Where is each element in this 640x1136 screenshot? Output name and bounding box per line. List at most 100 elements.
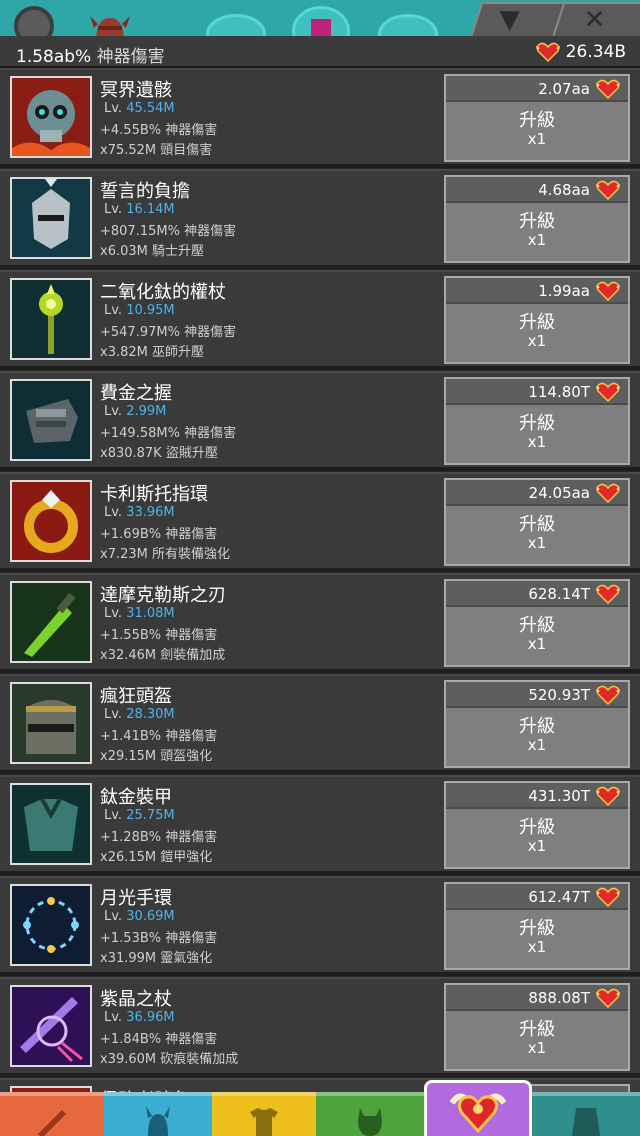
blade-icon[interactable]	[10, 581, 92, 663]
artifact-row[interactable]: 誓言的負擔 Lv. 16.14M +807.15M% 神器傷害 x6.03M 騎…	[0, 169, 640, 269]
total-artifact-damage-label: 神器傷害	[96, 47, 165, 67]
scepter-icon[interactable]	[10, 278, 92, 360]
viking-helmet-icon[interactable]	[84, 8, 136, 36]
upgrade-cost: 520.93T	[446, 682, 628, 708]
upgrade-cost-value: 24.05aa	[528, 484, 590, 502]
artifact-name: 二氧化鈦的權杖	[100, 282, 226, 303]
relic-heart-icon	[596, 988, 620, 1008]
artifact-name: 瘋狂頭盔	[100, 686, 172, 707]
artifact-level: Lv. 30.69M	[104, 909, 175, 924]
upgrade-button[interactable]: 2.07aa 升級 x1	[444, 74, 630, 162]
upgrade-cost-value: 114.80T	[528, 383, 590, 401]
menu-bubble-active[interactable]	[292, 6, 350, 36]
artifact-row[interactable]: 二氧化鈦的權杖 Lv. 10.95M +547.97M% 神器傷害 x3.82M…	[0, 270, 640, 370]
artifact-row[interactable]: 冥界遺骸 Lv. 45.54M +4.55B% 神器傷害 x75.52M 頭目傷…	[0, 68, 640, 168]
artifacts-screen: ▼ ✕ 1.58ab% 神器傷害 26.34B 冥界遺骸 Lv. 45.54M …	[0, 0, 640, 1136]
artifact-row[interactable]: 達摩克勒斯之刃 Lv. 31.08M +1.55B% 神器傷害 x32.46M …	[0, 573, 640, 673]
upgrade-multiplier: x1	[527, 231, 547, 249]
artifact-level: Lv. 2.99M	[104, 404, 166, 419]
armor-icon[interactable]	[10, 783, 92, 865]
nav-tab[interactable]	[0, 1092, 104, 1136]
upgrade-button-label: 升級	[519, 817, 555, 838]
upgrade-cost: 114.80T	[446, 379, 628, 405]
artifact-name: 冥界遺骸	[100, 80, 172, 101]
upgrade-button-label: 升級	[519, 413, 555, 434]
relic-heart-icon	[596, 786, 620, 806]
upgrade-button-label: 升級	[519, 312, 555, 333]
upgrade-multiplier: x1	[527, 130, 547, 148]
artifact-effect: x29.15M 頭盔強化	[100, 749, 213, 764]
nav-tab[interactable]	[104, 1092, 212, 1136]
artifact-row[interactable]: 月光手環 Lv. 30.69M +1.53B% 神器傷害 x31.99M 靈氣強…	[0, 876, 640, 976]
level-value: 30.69M	[126, 909, 175, 924]
upgrade-button[interactable]: 612.47T 升級 x1	[444, 882, 630, 970]
upgrade-multiplier: x1	[527, 433, 547, 451]
upgrade-button[interactable]: 628.14T 升級 x1	[444, 579, 630, 667]
artifact-row[interactable]: 鈦金裝甲 Lv. 25.75M +1.28B% 神器傷害 x26.15M 鎧甲強…	[0, 775, 640, 875]
menu-bubble[interactable]	[378, 14, 438, 36]
upgrade-button[interactable]: 1.99aa 升級 x1	[444, 276, 630, 364]
artifact-level: Lv. 33.96M	[104, 505, 175, 520]
close-button[interactable]: ✕	[552, 2, 640, 36]
level-label: Lv.	[104, 101, 123, 116]
shop-tab-icon	[566, 1100, 606, 1136]
upgrade-cost: 628.14T	[446, 581, 628, 607]
artifact-row[interactable]: 費金之握 Lv. 2.99M +149.58M% 神器傷害 x830.87K 盜…	[0, 371, 640, 471]
upgrade-button[interactable]: 24.05aa 升級 x1	[444, 478, 630, 566]
artifact-name: 鈦金裝甲	[100, 787, 172, 808]
artifact-list[interactable]: 冥界遺骸 Lv. 45.54M +4.55B% 神器傷害 x75.52M 頭目傷…	[0, 68, 640, 1092]
artifact-level: Lv. 36.96M	[104, 1010, 175, 1025]
relic-heart-tab-icon	[450, 1085, 506, 1135]
artifact-damage-bonus: +4.55B% 神器傷害	[100, 123, 218, 138]
upgrade-button[interactable]: 114.80T 升級 x1	[444, 377, 630, 465]
upgrade-cost: 1.99aa	[446, 278, 628, 304]
knight-helm-icon[interactable]	[10, 177, 92, 259]
gear-icon[interactable]	[14, 6, 54, 36]
upgrade-button[interactable]: 431.30T 升級 x1	[444, 781, 630, 869]
collapse-button[interactable]: ▼	[470, 2, 566, 36]
upgrade-cost-value: 520.93T	[528, 686, 590, 704]
artifact-level: Lv. 10.95M	[104, 303, 175, 318]
upgrade-button-label: 升級	[519, 514, 555, 535]
artifact-name: 誓言的負擔	[100, 181, 190, 202]
upgrade-button[interactable]: 888.08T 升級 x1	[444, 983, 630, 1071]
upgrade-button[interactable]: 4.68aa 升級 x1	[444, 175, 630, 263]
artifact-level: Lv. 45.54M	[104, 101, 175, 116]
level-label: Lv.	[104, 202, 123, 217]
artifact-effect: x7.23M 所有裝備強化	[100, 547, 230, 562]
amethyst-staff-icon[interactable]	[10, 985, 92, 1067]
relic-heart-icon	[596, 483, 620, 503]
gauntlet-icon[interactable]	[10, 379, 92, 461]
artifact-row[interactable]: 瘋狂頭盔 Lv. 28.30M +1.41B% 神器傷害 x29.15M 頭盔強…	[0, 674, 640, 774]
nav-tab[interactable]	[424, 1080, 532, 1136]
artifact-row[interactable]: 紫晶之杖 Lv. 36.96M +1.84B% 神器傷害 x39.60M 砍痕裝…	[0, 977, 640, 1077]
top-menu-bar: ▼ ✕	[0, 0, 640, 36]
upgrade-cost-value: 628.14T	[528, 585, 590, 603]
skull-icon[interactable]	[10, 76, 92, 158]
menu-bubble[interactable]	[206, 14, 266, 36]
nav-tab[interactable]	[316, 1092, 424, 1136]
artifact-name: 達摩克勒斯之刃	[100, 585, 226, 606]
artifact-row-partial[interactable]: 侵略者號角	[0, 1078, 640, 1092]
upgrade-multiplier: x1	[527, 534, 547, 552]
relic-heart-icon	[596, 382, 620, 402]
artifact-effect: x32.46M 劍裝備加成	[100, 648, 226, 663]
total-artifact-damage: 1.58ab% 神器傷害	[16, 42, 165, 67]
upgrade-button-label: 升級	[519, 615, 555, 636]
relic-heart-icon	[596, 887, 620, 907]
level-label: Lv.	[104, 707, 123, 722]
ring-icon[interactable]	[10, 480, 92, 562]
bottom-navigation	[0, 1080, 640, 1136]
nav-tab[interactable]	[212, 1092, 316, 1136]
helmet-icon[interactable]	[10, 682, 92, 764]
nav-tab[interactable]	[532, 1092, 640, 1136]
upgrade-cost: 612.47T	[446, 884, 628, 910]
artifact-effect: x3.82M 巫師升壓	[100, 345, 204, 360]
artifact-damage-bonus: +1.69B% 神器傷害	[100, 527, 218, 542]
artifact-row[interactable]: 卡利斯托指環 Lv. 33.96M +1.69B% 神器傷害 x7.23M 所有…	[0, 472, 640, 572]
upgrade-multiplier: x1	[527, 1039, 547, 1057]
upgrade-button[interactable]: 520.93T 升級 x1	[444, 680, 630, 768]
level-label: Lv.	[104, 808, 123, 823]
bracelet-icon[interactable]	[10, 884, 92, 966]
artifact-level: Lv. 16.14M	[104, 202, 175, 217]
